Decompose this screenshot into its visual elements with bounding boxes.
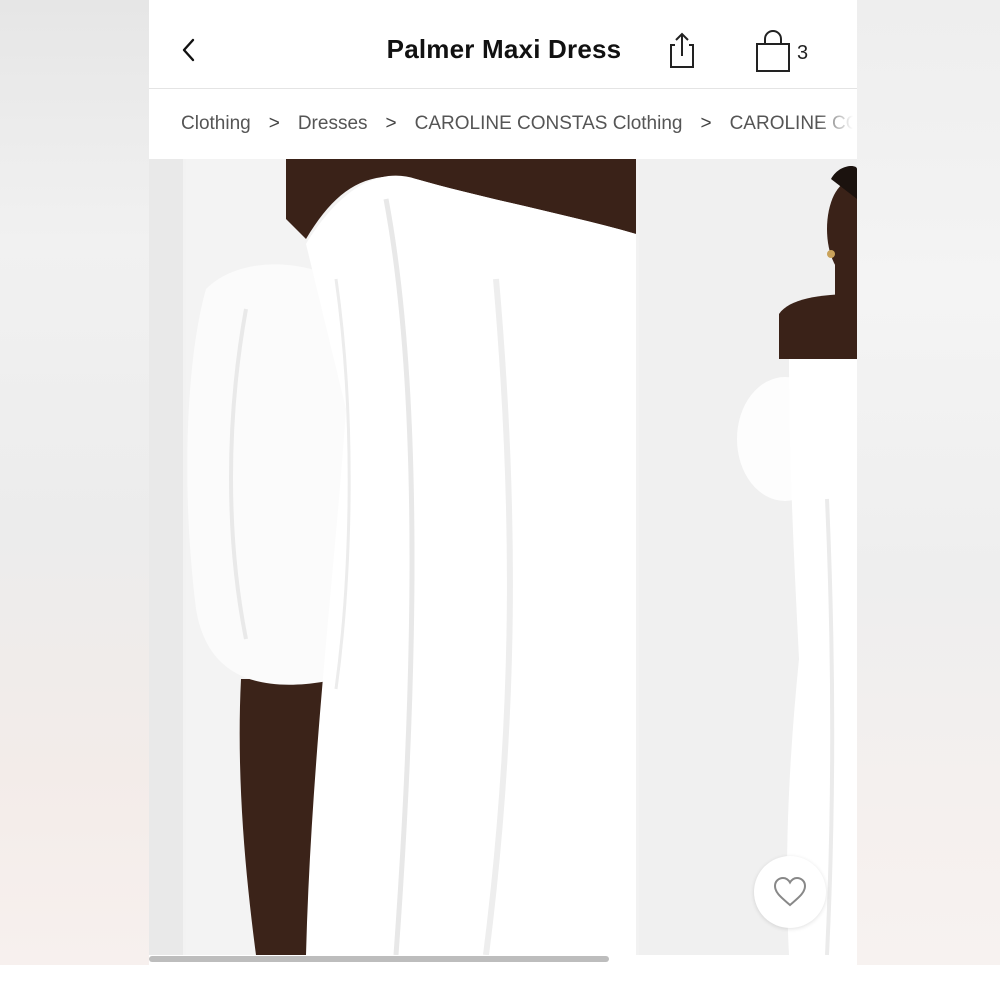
breadcrumb-separator: > — [268, 113, 280, 134]
page-title: Palmer Maxi Dress — [386, 34, 622, 64]
favorite-button[interactable] — [754, 856, 826, 928]
share-button[interactable] — [667, 30, 697, 70]
share-icon — [670, 32, 694, 68]
shopping-bag-button[interactable] — [753, 30, 793, 74]
gallery-scrollbar[interactable] — [149, 955, 857, 965]
bag-count-badge: 3 — [797, 42, 809, 64]
shopping-bag-icon — [756, 30, 790, 72]
product-screen: Palmer Maxi Dress 3 Clothing > Dresses >… — [149, 0, 857, 965]
breadcrumb-separator: > — [700, 113, 712, 134]
breadcrumb: Clothing > Dresses > CAROLINE CONSTAS Cl… — [149, 89, 857, 159]
background-blur-right — [857, 0, 1000, 965]
chevron-left-icon — [182, 38, 195, 62]
top-nav-bar: Palmer Maxi Dress 3 — [149, 0, 857, 89]
dress-full-length-photo[interactable] — [639, 159, 857, 955]
breadcrumb-item-dresses[interactable]: Dresses — [298, 113, 368, 135]
breadcrumb-item-brand-clothing[interactable]: CAROLINE CONSTAS Clothing — [415, 113, 683, 135]
breadcrumb-separator: > — [385, 113, 397, 134]
product-image-gallery[interactable] — [149, 159, 857, 955]
previous-photo-edge — [149, 159, 183, 955]
heart-icon — [773, 876, 807, 907]
breadcrumb-item-clothing[interactable]: Clothing — [181, 113, 251, 135]
dress-detail-photo[interactable] — [186, 159, 636, 955]
bottom-strip — [0, 965, 1000, 1000]
background-blur-left — [0, 0, 149, 965]
gallery-scrollbar-thumb[interactable] — [149, 956, 610, 962]
back-button[interactable] — [175, 32, 203, 68]
breadcrumb-fade — [817, 89, 857, 159]
